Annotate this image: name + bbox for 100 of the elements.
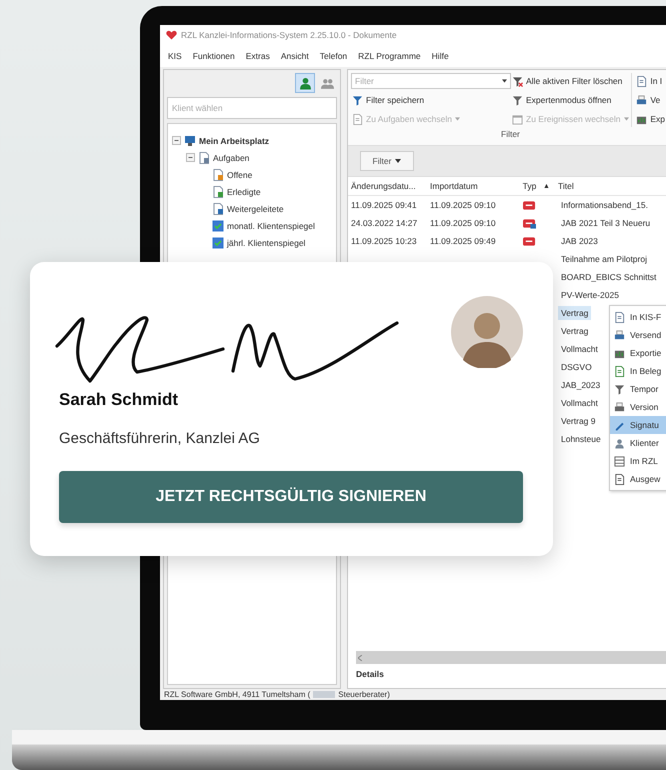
table-cell: 11.09.2025 09:10 — [430, 218, 496, 228]
printer-icon — [636, 94, 648, 106]
document-title[interactable]: JAB_2023 — [558, 378, 604, 392]
computer-icon — [184, 134, 196, 146]
column-header[interactable]: Typ — [516, 181, 543, 191]
grid-icon — [614, 456, 625, 466]
window-title: RZL Kanzlei-Informations-System 2.25.10.0 - Dokumente — [181, 30, 397, 40]
people-icon — [320, 76, 334, 90]
ribbon-button[interactable]: Expertenmodus öffnen — [511, 92, 632, 108]
client-search-field[interactable]: Klient wählen — [167, 97, 337, 119]
tree-item[interactable]: monatl. Klientenspiegel — [227, 220, 315, 230]
tree-item[interactable]: Offene — [227, 170, 252, 180]
status-text: RZL Software GmbH, 4911 Tumeltsham ( — [164, 690, 310, 699]
table-cell: 24.03.2022 14:27 — [351, 218, 418, 228]
context-menu-item[interactable]: Ausgew — [610, 470, 666, 488]
funnel-icon — [614, 384, 625, 394]
person-icon — [614, 438, 625, 448]
document-title[interactable]: Vollmacht — [558, 396, 601, 410]
document-icon — [614, 474, 625, 484]
context-menu-item[interactable]: Signatu — [610, 416, 666, 434]
person-icon — [298, 76, 312, 90]
sign-button[interactable]: JETZT RECHTSGÜLTIG SIGNIEREN — [59, 471, 523, 523]
person-toggle[interactable] — [295, 73, 315, 93]
table-cell: 11.09.2025 09:49 — [430, 236, 496, 246]
signer-role: Geschäftsführerin, Kanzlei AG — [59, 430, 261, 447]
context-menu-item[interactable]: Versend — [610, 326, 666, 344]
menu-item[interactable]: RZL Programme — [358, 51, 421, 61]
tree-item[interactable]: Aufgaben — [213, 152, 250, 162]
document-title[interactable]: Vertrag — [558, 324, 592, 338]
document-title[interactable]: Vertrag 9 — [558, 414, 598, 428]
column-header[interactable]: Änderungsdatu... — [348, 181, 430, 191]
document-icon — [212, 202, 224, 214]
funnel-icon — [512, 94, 523, 106]
context-menu-item[interactable]: Tempor — [610, 380, 666, 398]
menu-item[interactable]: Telefon — [320, 51, 348, 61]
caret-icon — [455, 117, 460, 121]
signer-name: Sarah Schmidt — [59, 390, 180, 410]
column-header[interactable]: Titel — [558, 181, 666, 191]
ribbon-group-label: Filter — [501, 129, 520, 139]
context-menu-item[interactable]: Im RZL — [610, 452, 666, 470]
context-menu-item[interactable]: Version — [610, 398, 666, 416]
menu-item[interactable]: Extras — [246, 51, 270, 61]
caret-icon — [395, 159, 402, 163]
ribbon-button[interactable]: In I — [635, 73, 666, 89]
pdf-icon — [523, 236, 536, 246]
caret-icon — [502, 79, 507, 83]
document-title[interactable]: Teilnahme am Pilotproj — [558, 252, 650, 266]
collapse-toggle-icon[interactable] — [186, 153, 195, 162]
table-cell: 11.09.2025 10:23 — [351, 236, 417, 246]
document-icon — [614, 366, 625, 376]
tree-item[interactable]: Weitergeleitete — [227, 204, 284, 214]
document-title[interactable]: JAB 2021 Teil 3 Neueru — [558, 216, 654, 230]
document-title[interactable]: Lohnsteue — [558, 432, 604, 446]
menu-item[interactable]: Funktionen — [192, 51, 235, 61]
ribbon-button[interactable]: Filter speichern — [351, 92, 511, 108]
horizontal-scrollbar[interactable] — [356, 651, 666, 664]
printer-icon — [614, 330, 625, 340]
document-title[interactable]: Vertrag — [558, 306, 592, 320]
scroll-left-icon[interactable] — [358, 654, 362, 660]
document-title[interactable]: PV-Werte-2025 — [558, 288, 622, 302]
filter-button[interactable]: Filter — [360, 151, 414, 171]
checkbox-icon — [212, 236, 224, 248]
funnel-icon — [352, 94, 363, 106]
checkbox-icon — [212, 220, 224, 232]
tree-item[interactable]: Erledigte — [227, 186, 261, 196]
ribbon-button[interactable]: Alle aktiven Filter löschen — [511, 73, 632, 89]
document-title[interactable]: Informationsabend_15. — [558, 198, 651, 212]
context-menu-item[interactable]: Klienter — [610, 434, 666, 452]
tree-item[interactable]: Mein Arbeitsplatz — [199, 136, 270, 146]
document-title[interactable]: DSGVO — [558, 360, 595, 374]
document-icon — [212, 168, 224, 180]
document-title[interactable]: Vollmacht — [558, 342, 601, 356]
document-title[interactable]: JAB 2023 — [558, 234, 601, 248]
caret-icon — [624, 117, 628, 121]
printer-icon — [614, 402, 625, 412]
document-title[interactable]: BOARD_EBICS Schnittst — [558, 270, 660, 284]
funnel-icon — [512, 76, 523, 86]
details-label: Details — [355, 668, 385, 681]
ribbon-button[interactable]: Ve — [635, 92, 666, 108]
menu-item[interactable]: Hilfe — [432, 51, 449, 61]
document-icon — [636, 76, 648, 86]
context-menu-item[interactable]: In KIS-F — [610, 308, 666, 326]
avatar — [451, 296, 523, 368]
document-icon — [614, 312, 625, 322]
table-cell: 11.09.2025 09:41 — [351, 200, 417, 210]
context-menu-item[interactable]: In Beleg — [610, 362, 666, 380]
calendar-icon — [512, 114, 523, 124]
document-icon — [198, 152, 210, 164]
status-text: Steuerberater) — [338, 690, 390, 699]
ribbon-button[interactable]: Exp — [635, 111, 666, 127]
table-cell: 11.09.2025 09:10 — [430, 200, 496, 210]
column-header[interactable]: Importdatum — [430, 181, 516, 191]
collapse-toggle-icon[interactable] — [172, 136, 181, 145]
heart-icon — [166, 30, 177, 40]
context-menu-item[interactable]: Exportie — [610, 344, 666, 362]
menu-item[interactable]: Ansicht — [280, 51, 309, 61]
redacted-block — [313, 691, 336, 698]
tree-item[interactable]: jährl. Klientenspiegel — [227, 238, 306, 248]
menu-item[interactable]: KIS — [168, 51, 182, 61]
document-icon — [352, 114, 363, 124]
